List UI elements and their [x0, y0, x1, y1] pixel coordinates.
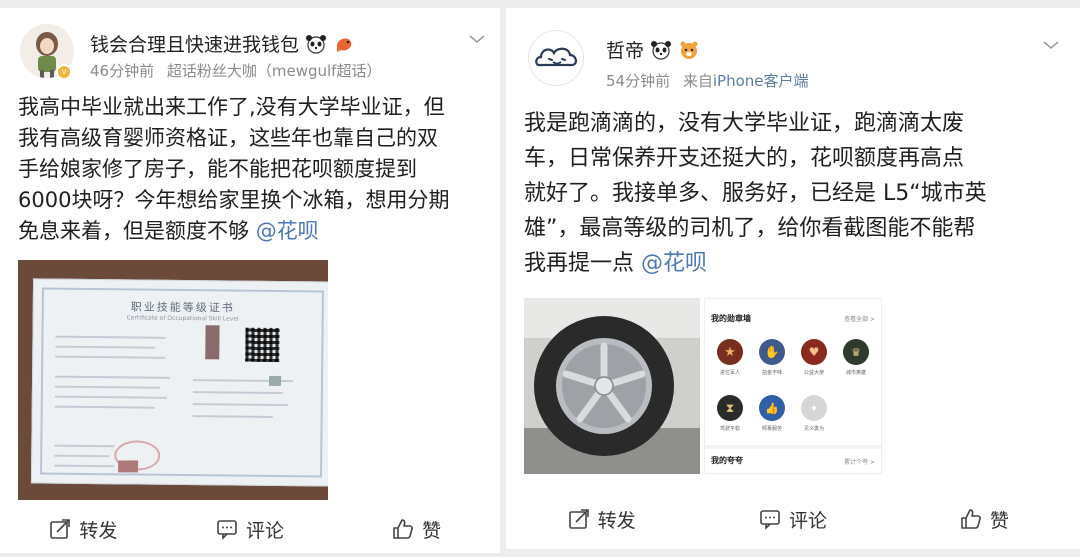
- medal-item: ♥ 公益大使: [799, 339, 829, 376]
- body-line: 我是跑滴滴的，没有大学毕业证，跑滴滴太废: [524, 111, 965, 136]
- repost-button[interactable]: 转发: [506, 504, 697, 534]
- username[interactable]: 哲帝: [606, 36, 700, 63]
- username-text: 哲帝: [606, 40, 645, 62]
- medal-caption: 公益大使: [803, 370, 824, 376]
- comment-button[interactable]: 评论: [167, 514, 334, 544]
- body-line: 手给娘家修了房子，能不能把花呗额度提到: [18, 157, 417, 181]
- share-icon: [568, 509, 589, 529]
- redacted-block: [268, 375, 282, 387]
- post-meta: 54分钟前 来自iPhone客户端: [606, 70, 809, 91]
- body-line: 我有高级育婴师资格证，这些年也靠自己的双: [18, 126, 438, 150]
- body-line: 雄”，最高等级的司机了，给你看截图能不能帮: [524, 216, 976, 241]
- wheel-illustration: [524, 298, 700, 474]
- panda-emoji-icon: [306, 34, 327, 54]
- chevron-down-icon[interactable]: [1042, 36, 1060, 54]
- body-line: 免息来着，但是额度不够: [18, 219, 249, 243]
- medal-caption: 拍金不味: [761, 370, 782, 376]
- certificate-photo[interactable]: 职业技能等级证书 Certificate of Occupational Ski…: [18, 260, 328, 500]
- medal-wall-screenshot[interactable]: 我的勋章墙 查看全部 > ★ 进位军人 ✋ 拍金不味 ♥ 公益大使 ♛ 城市英雄…: [704, 298, 882, 474]
- medal-item: ⧗ 驾驶平稳: [715, 395, 745, 432]
- star-medal-icon: ★: [717, 339, 743, 365]
- medal-item: ✦ 见义勇为: [799, 395, 829, 432]
- post-body: 我高中毕业就出来工作了,没有大学毕业证，但 我有高级育婴师资格证，这些年也靠自己…: [18, 92, 488, 247]
- tiger-emoji-icon: [680, 41, 698, 59]
- chevron-down-icon[interactable]: [468, 30, 486, 48]
- qr-code: [245, 327, 280, 363]
- body-line: 我高中毕业就出来工作了,没有大学毕业证，但: [18, 95, 445, 119]
- shrimp-emoji-icon: [337, 38, 352, 52]
- post-source: 超话粉丝大咖（mewgulf超话）: [166, 62, 382, 80]
- like-button[interactable]: 赞: [889, 504, 1080, 534]
- locked-medal-icon: ✦: [801, 395, 827, 421]
- medal-item: ✋ 拍金不味: [757, 339, 787, 376]
- post-time: 54分钟前: [606, 72, 671, 90]
- hand-medal-icon: ✋: [759, 339, 785, 365]
- body-line: 6000块呀？今年想给家里换个冰箱，想用分期: [18, 188, 450, 212]
- hero-medal-icon: ♛: [843, 339, 869, 365]
- body-line-last: 免息来着，但是额度不够 @花呗: [18, 216, 488, 247]
- weibo-post-left: v 钱会合理且快速进我钱包 46分钟前 超话粉丝大咖（mewgulf超话） 我高…: [0, 8, 500, 553]
- heart-medal-icon: ♥: [801, 339, 827, 365]
- panda-emoji-icon: [651, 40, 672, 60]
- medal-item: 👍 倾慕服务: [757, 395, 787, 432]
- user-avatar[interactable]: [528, 30, 584, 86]
- post-body: 我是跑滴滴的，没有大学毕业证，跑滴滴太废 车，日常保养开支还挺大的，花呗额度再高…: [524, 106, 1064, 281]
- redacted-block: [205, 325, 220, 360]
- medal-item: ★ 进位军人: [715, 339, 745, 376]
- like-button[interactable]: 赞: [333, 514, 500, 544]
- weibo-post-right: 哲帝 54分钟前 来自iPhone客户端 我是跑滴滴的，没有大学毕业证，跑滴滴太…: [506, 8, 1080, 549]
- post-time: 46分钟前: [90, 62, 155, 80]
- mention-link[interactable]: @花呗: [641, 251, 707, 276]
- body-line: 就好了。我接单多、服务好，已经是 L5“城市英: [524, 181, 987, 206]
- mention-link[interactable]: @花呗: [256, 219, 319, 243]
- like-label: 赞: [422, 519, 442, 542]
- divider: [705, 445, 881, 449]
- thumbs-up-medal-icon: 👍: [759, 395, 785, 421]
- hourglass-medal-icon: ⧗: [717, 395, 743, 421]
- comment-label: 评论: [246, 519, 285, 542]
- body-line: 车，日常保养开支还挺大的，花呗额度再高点: [524, 146, 965, 171]
- verified-badge-icon: v: [56, 64, 72, 80]
- post-actions: 转发 评论 赞: [0, 514, 500, 544]
- username[interactable]: 钱会合理且快速进我钱包: [90, 30, 355, 57]
- comment-button[interactable]: 评论: [697, 504, 888, 534]
- repost-label: 转发: [79, 519, 118, 542]
- comment-icon: [217, 520, 237, 540]
- comment-label: 评论: [788, 509, 827, 532]
- medal-caption: 城市英雄: [845, 370, 866, 376]
- thumbs-up-icon: [961, 509, 981, 529]
- repost-button[interactable]: 转发: [0, 514, 167, 544]
- comment-icon: [760, 510, 780, 530]
- repost-label: 转发: [597, 509, 636, 532]
- praise-section-count: 累计个夸 >: [844, 459, 875, 466]
- praise-section-title: 我的夸夸: [711, 456, 743, 465]
- screenshot-root: v 钱会合理且快速进我钱包 46分钟前 超话粉丝大咖（mewgulf超话） 我高…: [0, 0, 1080, 557]
- thumbs-up-icon: [393, 519, 414, 539]
- medal-caption: 进位军人: [719, 370, 740, 376]
- redacted-block: [118, 460, 139, 473]
- medal-wall-view-all: 查看全部 >: [844, 316, 875, 323]
- like-label: 赞: [989, 509, 1009, 532]
- post-source-prefix: 来自: [682, 72, 713, 90]
- share-icon: [50, 519, 71, 539]
- medal-caption: 倾慕服务: [761, 426, 782, 432]
- post-source-link[interactable]: iPhone客户端: [713, 72, 809, 90]
- medal-item: ♛ 城市英雄: [841, 339, 871, 376]
- car-wheel-photo[interactable]: [524, 298, 700, 474]
- medal-caption: 见义勇为: [803, 426, 824, 432]
- certificate-paper: 职业技能等级证书 Certificate of Occupational Ski…: [30, 278, 328, 487]
- post-actions: 转发 评论 赞: [506, 504, 1080, 534]
- username-text: 钱会合理且快速进我钱包: [90, 34, 300, 56]
- medal-caption: 驾驶平稳: [719, 426, 740, 432]
- medal-wall-title: 我的勋章墙: [711, 314, 751, 323]
- body-line: 我再提一点: [524, 251, 635, 276]
- body-line-last: 我再提一点 @花呗: [524, 246, 1064, 281]
- post-meta: 46分钟前 超话粉丝大咖（mewgulf超话）: [90, 60, 381, 81]
